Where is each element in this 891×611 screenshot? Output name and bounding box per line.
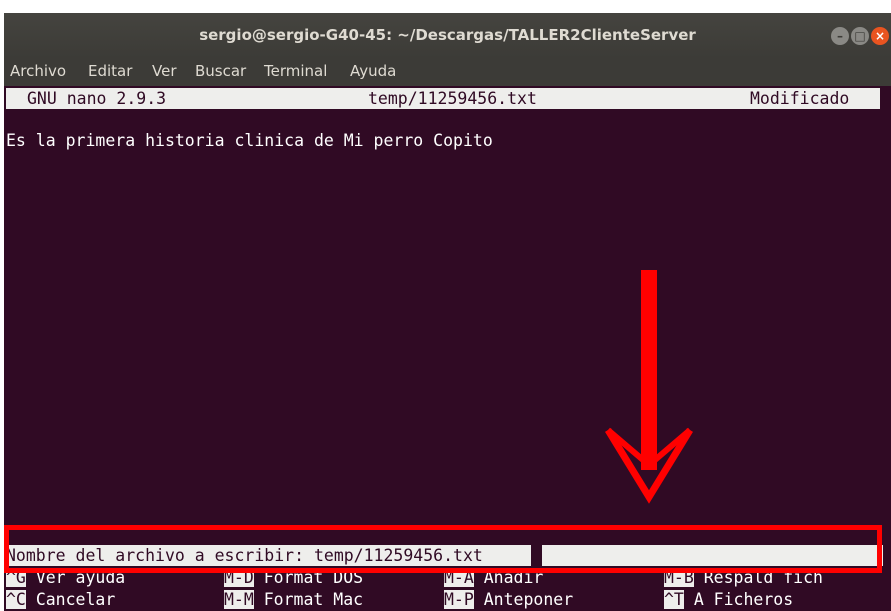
menu-ayuda[interactable]: Ayuda: [350, 62, 396, 80]
menu-buscar[interactable]: Buscar: [195, 62, 246, 80]
shortcut-key: M-M: [224, 590, 254, 609]
maximize-icon[interactable]: □: [851, 27, 869, 45]
shortcut-key: ^T: [664, 590, 684, 609]
shortcut-label: Anteponer: [483, 590, 574, 609]
shortcut-label: A Ficheros: [693, 590, 794, 609]
shortcut-label: Format Mac: [263, 590, 364, 609]
nano-version: GNU nano 2.9.3: [27, 89, 167, 108]
menu-archivo[interactable]: Archivo: [10, 62, 66, 80]
shortcut-a-ficheros[interactable]: ^T A Ficheros: [664, 589, 793, 610]
shortcut-label: Cancelar: [35, 590, 116, 609]
minimize-icon[interactable]: –: [831, 27, 849, 45]
nano-header: GNU nano 2.9.3 temp/11259456.txt Modific…: [6, 88, 880, 109]
down-arrow-icon: [605, 270, 693, 504]
file-content-line[interactable]: Es la primera historia clinica de Mi per…: [6, 130, 493, 151]
window-title: sergio@sergio-G40-45: ~/Descargas/TALLER…: [199, 26, 696, 44]
shortcut-key: M-P: [444, 590, 474, 609]
menu-bar: Archivo Editar Ver Buscar Terminal Ayuda: [4, 58, 891, 86]
nano-status: Modificado: [750, 89, 850, 108]
shortcut-format-mac[interactable]: M-M Format Mac: [224, 589, 363, 610]
menu-editar[interactable]: Editar: [88, 62, 132, 80]
shortcut-cancelar[interactable]: ^C Cancelar: [6, 589, 115, 610]
menu-terminal[interactable]: Terminal: [264, 62, 327, 80]
highlight-box: [4, 525, 882, 573]
shortcut-anteponer[interactable]: M-P Anteponer: [444, 589, 573, 610]
title-bar[interactable]: sergio@sergio-G40-45: ~/Descargas/TALLER…: [4, 13, 891, 58]
nano-filename: temp/11259456.txt: [368, 89, 537, 108]
close-icon[interactable]: ×: [871, 27, 889, 45]
menu-ver[interactable]: Ver: [152, 62, 177, 80]
terminal-window: sergio@sergio-G40-45: ~/Descargas/TALLER…: [4, 13, 891, 611]
shortcut-key: ^C: [6, 590, 26, 609]
